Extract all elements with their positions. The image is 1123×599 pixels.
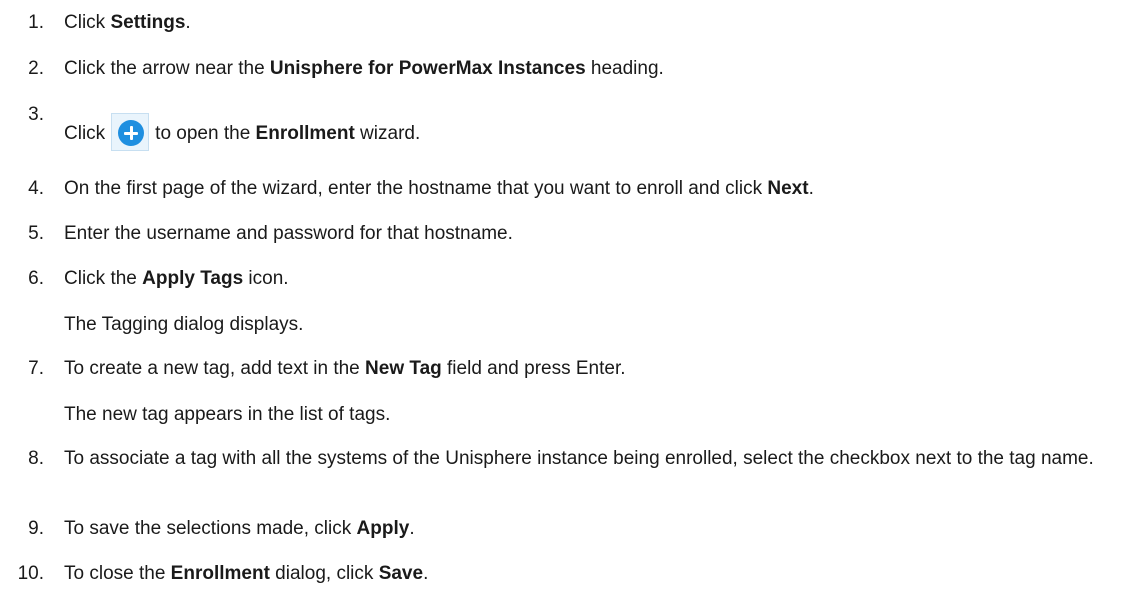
step-result: The new tag appears in the list of tags.	[64, 404, 391, 425]
step-text: Click Settings.	[64, 12, 191, 33]
procedure-steps: 1. Click Settings. 2. Click the arrow ne…	[0, 0, 1123, 599]
step-number: 2.	[28, 58, 44, 79]
step-number: 4.	[28, 178, 44, 199]
add-circle-icon	[111, 113, 150, 151]
step-text: To associate a tag with all the systems …	[64, 448, 1094, 469]
step-number: 9.	[28, 518, 44, 539]
step-number: 6.	[28, 268, 44, 289]
step-number: 5.	[28, 223, 44, 244]
step-text: Click the arrow near the Unisphere for P…	[64, 58, 664, 79]
step-text: On the first page of the wizard, enter t…	[64, 178, 814, 199]
step-number: 8.	[28, 448, 44, 469]
step-number: 3.	[28, 104, 44, 125]
step-number: 10.	[17, 563, 44, 584]
step-text: Enter the username and password for that…	[64, 223, 513, 244]
step-number: 1.	[28, 12, 44, 33]
step-text: To create a new tag, add text in the New…	[64, 358, 626, 379]
step-text: To close the Enrollment dialog, click Sa…	[64, 563, 429, 584]
step-text: Click to open the Enrollment wizard.	[64, 113, 420, 155]
step-result: The Tagging dialog displays.	[64, 314, 304, 335]
step-number: 7.	[28, 358, 44, 379]
step-text: To save the selections made, click Apply…	[64, 518, 415, 539]
step-text: Click the Apply Tags icon.	[64, 268, 289, 289]
